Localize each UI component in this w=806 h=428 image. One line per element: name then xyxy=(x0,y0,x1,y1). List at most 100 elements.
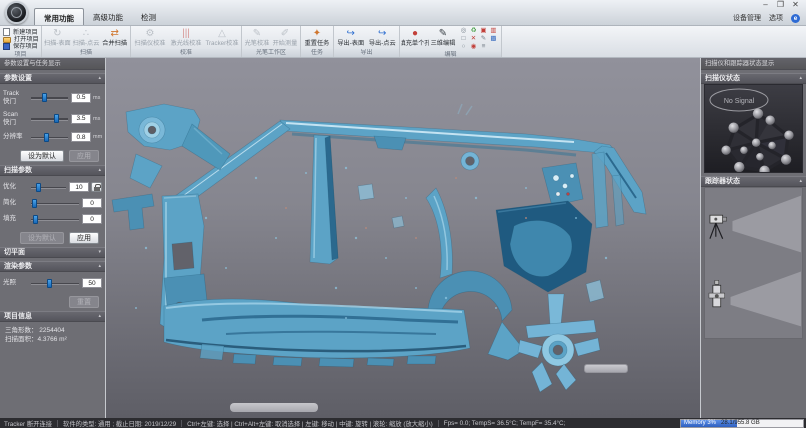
lock-icon[interactable] xyxy=(91,182,102,192)
slider-tool-icon[interactable]: ≡ xyxy=(479,43,488,51)
simplify-value[interactable] xyxy=(82,198,102,208)
track-shutter-unit: ms xyxy=(93,95,102,101)
fill-row: 填充 xyxy=(0,214,105,224)
save-disk-icon xyxy=(3,43,10,50)
group-label-scan: 扫描 xyxy=(42,49,130,57)
section-scan-params[interactable]: 扫描参数▴ xyxy=(0,165,105,176)
tab-advanced-functions[interactable]: 高级功能 xyxy=(84,8,132,25)
fill-slider[interactable] xyxy=(30,215,80,224)
scan-area: 扫描面积：4.3766 m² xyxy=(5,335,100,344)
point-select-tool-icon[interactable]: ◉ xyxy=(469,43,478,51)
section-render-params[interactable]: 渲染参数▴ xyxy=(0,261,105,272)
reset-task-button[interactable]: ✦重置任务 xyxy=(302,27,332,49)
start-measure-button[interactable]: ✐开始测量 xyxy=(271,27,299,49)
scanner-calibration-button[interactable]: ⚙扫描仪校准 xyxy=(132,27,168,49)
delete-tool-icon[interactable]: ▥ xyxy=(489,27,498,35)
main-area: 参数设置与任务显示 参数设置▴ Track快门 ms Scan快门 ms 分辨率… xyxy=(0,58,806,418)
app-logo-icon[interactable] xyxy=(5,1,28,24)
track-shutter-value[interactable] xyxy=(71,93,91,103)
lighting-row: 光照 xyxy=(0,278,105,288)
simplify-row: 简化 xyxy=(0,198,105,208)
new-document-icon xyxy=(3,28,10,36)
ribbon-empty-space xyxy=(502,26,806,57)
lighting-value[interactable] xyxy=(82,278,102,288)
tracker-fov-side-view xyxy=(707,263,803,333)
section-param-settings[interactable]: 参数设置▴ xyxy=(0,73,105,84)
set-default-button[interactable]: 设为默认 xyxy=(20,232,64,244)
viewport-overlay-tab[interactable] xyxy=(584,364,628,373)
apply-button[interactable]: 应用 xyxy=(69,232,99,244)
tab-inspection[interactable]: 检测 xyxy=(132,8,165,25)
lightpen-icon: ✎ xyxy=(253,27,261,40)
help-icon[interactable]: e xyxy=(791,14,800,23)
laser-calibration-button[interactable]: |||激光线校准 xyxy=(168,27,204,49)
ribbon-group-scan: ↻扫描-表面 ∴扫描-点云 ⇄合并扫描 扫描 xyxy=(42,26,131,57)
tab-common-functions[interactable]: 常用功能 xyxy=(34,8,84,25)
maximize-button[interactable]: ❐ xyxy=(773,0,788,11)
track-shutter-slider[interactable] xyxy=(30,93,69,102)
scan-surface-button[interactable]: ↻扫描-表面 xyxy=(43,27,72,49)
tracker-calibration-button[interactable]: △Tracker校准 xyxy=(204,27,240,49)
visibility-tool-icon[interactable]: ◎ xyxy=(459,27,468,35)
section-project-info[interactable]: 项目信息▴ xyxy=(0,311,105,322)
ribbon-toolbar: 新建项目 打开项目 保存项目 项目 ↻扫描-表面 ∴扫描-点云 ⇄合并扫描 扫描… xyxy=(0,26,806,58)
lighting-slider[interactable] xyxy=(30,279,80,288)
open-project-button[interactable]: 打开项目 xyxy=(3,36,38,43)
group-label-lightpen: 光笔工作区 xyxy=(242,49,300,57)
merge-scan-button[interactable]: ⇄合并扫描 xyxy=(100,27,129,49)
record-tool-icon[interactable]: ▣ xyxy=(479,27,488,35)
simplify-slider[interactable] xyxy=(30,199,80,208)
export-pointcloud-button[interactable]: ↪导出-点云 xyxy=(367,27,399,49)
save-project-button[interactable]: 保存项目 xyxy=(3,43,38,50)
export-surface-button[interactable]: ↪导出-表面 xyxy=(335,27,367,49)
fill-value[interactable] xyxy=(82,214,102,224)
set-default-button[interactable]: 设为默认 xyxy=(20,150,64,162)
section-cut-plane[interactable]: 切平面▾ xyxy=(0,247,105,258)
tracker-fov-top-view xyxy=(707,191,803,259)
ellipse-select-tool-icon[interactable]: ○ xyxy=(459,43,468,51)
laser-lines-icon: ||| xyxy=(182,27,190,40)
apply-button[interactable]: 应用 xyxy=(69,150,99,162)
edit-3d-icon: ✎ xyxy=(439,27,447,40)
rect-select-tool-icon[interactable]: □ xyxy=(459,35,468,43)
resolution-value[interactable] xyxy=(71,132,91,142)
close-button[interactable]: ✕ xyxy=(788,0,803,11)
reset-button[interactable]: 重置 xyxy=(69,296,99,308)
new-project-button[interactable]: 新建项目 xyxy=(3,28,38,36)
scan-pointcloud-icon: ∴ xyxy=(83,27,89,40)
memory-usage-bar: Memory 3% 28.1/955.8 GB xyxy=(680,419,804,428)
fill-hole-button[interactable]: ●填充单个孔 xyxy=(401,27,429,51)
minimize-button[interactable]: – xyxy=(758,0,773,11)
title-bar: 常用功能 高级功能 检测 – ❐ ✕ 设备管理 选项 e xyxy=(0,0,806,26)
resolution-row: 分辨率 mm xyxy=(0,132,105,142)
refresh-tool-icon[interactable]: ♻ xyxy=(469,27,478,35)
open-folder-icon xyxy=(3,37,11,43)
scan-pointcloud-button[interactable]: ∴扫描-点云 xyxy=(72,27,101,49)
device-management-menu[interactable]: 设备管理 xyxy=(733,13,761,23)
optimize-slider[interactable] xyxy=(30,183,67,192)
section-tracker-status[interactable]: 跟踪器状态▴ xyxy=(701,176,806,187)
cancel-select-tool-icon[interactable]: ✕ xyxy=(469,35,478,43)
optimize-value[interactable] xyxy=(69,182,89,192)
status-bar: Tracker 断开连接 软件的类型: 通用 ; 截止日期: 2019/12/2… xyxy=(0,418,806,428)
title-right-menus: 设备管理 选项 e xyxy=(733,13,800,23)
export-pointcloud-icon: ↪ xyxy=(378,27,386,40)
section-scanner-status[interactable]: 扫描仪状态▴ xyxy=(701,73,806,84)
edit-3d-button[interactable]: ✎三维编辑 xyxy=(429,27,457,51)
resolution-slider[interactable] xyxy=(30,133,69,142)
group-label-export: 导出 xyxy=(334,49,399,57)
scan-shutter-value[interactable] xyxy=(71,114,91,124)
resolution-unit: mm xyxy=(93,134,102,140)
tracker-calibration-icon: △ xyxy=(218,27,226,40)
tracker-connection-status: Tracker 断开连接 xyxy=(4,419,52,428)
group-label-task: 任务 xyxy=(301,49,333,57)
shade-tool-icon[interactable]: ▩ xyxy=(489,35,498,43)
group-label-calibration: 校准 xyxy=(131,49,241,57)
edit-tool-icon[interactable]: ✎ xyxy=(479,35,488,43)
export-surface-icon: ↪ xyxy=(347,27,355,40)
scan-shutter-slider[interactable] xyxy=(30,114,69,123)
lightpen-calibration-button[interactable]: ✎光笔校准 xyxy=(243,27,271,49)
viewport-bottom-tab[interactable] xyxy=(230,403,318,412)
options-menu[interactable]: 选项 xyxy=(769,13,783,23)
viewport-3d[interactable] xyxy=(106,58,700,418)
